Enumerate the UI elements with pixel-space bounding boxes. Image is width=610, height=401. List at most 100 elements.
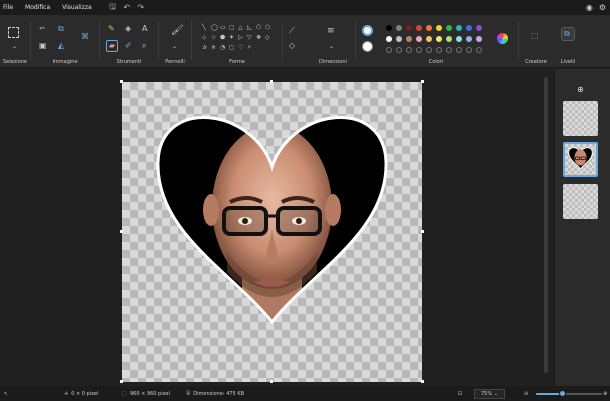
resize-handle[interactable]	[120, 80, 123, 83]
resize-handle[interactable]	[421, 80, 424, 83]
add-layer-icon[interactable]: ⊕	[577, 85, 584, 94]
save-icon[interactable]: 🖫	[106, 0, 120, 15]
menu-view[interactable]: Visualizza	[56, 4, 98, 11]
chevron-down-icon[interactable]: ⌄	[329, 43, 334, 51]
shape-option[interactable]: ◇	[265, 35, 270, 41]
shape-option[interactable]: ◔	[220, 45, 225, 51]
palette-swatch[interactable]	[386, 25, 392, 31]
palette-swatch[interactable]	[416, 36, 422, 42]
palette-swatch[interactable]	[476, 36, 482, 42]
custom-palette-swatch[interactable]	[406, 47, 412, 53]
resize-handle[interactable]	[120, 380, 123, 383]
resize-icon[interactable]: ⧉	[58, 25, 64, 33]
shape-option[interactable]: ⬦	[202, 35, 206, 41]
zoom-slider-thumb[interactable]	[559, 390, 567, 397]
edit-colors-icon[interactable]	[497, 33, 508, 44]
shape-option[interactable]: ☆	[211, 35, 216, 41]
custom-palette-swatch[interactable]	[456, 47, 462, 53]
palette-swatch[interactable]	[456, 25, 462, 31]
palette-swatch[interactable]	[456, 36, 462, 42]
outline-icon[interactable]: ⟋	[289, 27, 295, 35]
zoom-in-icon[interactable]: ⊕	[603, 391, 607, 397]
creator-icon[interactable]: ⬚	[531, 32, 539, 40]
selection-tool-icon[interactable]	[8, 27, 19, 38]
secondary-color-swatch[interactable]	[362, 41, 373, 52]
image-icon[interactable]: ▣	[39, 42, 47, 50]
shape-option[interactable]: ⬡	[265, 25, 270, 31]
shape-option[interactable]: ✦	[229, 35, 234, 41]
fit-to-window-icon[interactable]: ⊡	[458, 391, 462, 397]
brush-icon[interactable]: 🖌	[171, 26, 184, 36]
menu-file[interactable]: File	[0, 4, 19, 11]
shape-option[interactable]: ▷	[238, 35, 243, 41]
redo-icon[interactable]: ↷	[134, 0, 148, 15]
shape-option[interactable]: ✰	[202, 45, 207, 51]
line-width-icon[interactable]: ≡	[327, 27, 335, 36]
shape-option[interactable]: ❖	[256, 35, 261, 41]
chevron-down-icon[interactable]: ⌄	[172, 43, 177, 51]
shape-option[interactable]: ✯	[211, 45, 216, 51]
magnifier-icon[interactable]: ⌕	[142, 42, 146, 50]
color-picker-icon[interactable]: ✐	[125, 42, 132, 50]
palette-swatch[interactable]	[426, 25, 432, 31]
fill-style-icon[interactable]: ◇	[289, 42, 295, 50]
palette-swatch[interactable]	[406, 25, 412, 31]
shape-option[interactable]: △	[238, 25, 243, 31]
layers-toggle-button[interactable]: ⧉	[561, 27, 575, 41]
palette-swatch[interactable]	[406, 36, 412, 42]
pencil-icon[interactable]: ✎	[108, 25, 115, 33]
zoom-select[interactable]: 75% ⌄	[474, 388, 505, 399]
custom-palette-swatch[interactable]	[476, 47, 482, 53]
palette-swatch[interactable]	[396, 25, 402, 31]
resize-handle[interactable]	[270, 380, 273, 383]
resize-handle[interactable]	[120, 230, 123, 233]
palette-swatch[interactable]	[436, 36, 442, 42]
custom-palette-swatch[interactable]	[466, 47, 472, 53]
shape-option[interactable]: ♡	[238, 45, 243, 51]
shape-option[interactable]: ╲	[202, 25, 206, 31]
eraser-icon[interactable]: ▰	[106, 40, 118, 52]
palette-swatch[interactable]	[476, 25, 482, 31]
shape-option[interactable]: ▭	[220, 25, 226, 31]
shape-option[interactable]: ⬠	[256, 25, 261, 31]
resize-handle[interactable]	[270, 80, 273, 83]
rotate-icon[interactable]: ◭	[58, 42, 64, 50]
shape-option[interactable]: ▢	[229, 25, 235, 31]
resize-handle[interactable]	[421, 230, 424, 233]
layer-thumbnail-bottom[interactable]	[563, 184, 598, 219]
chevron-down-icon[interactable]: ⌄	[12, 43, 17, 51]
custom-palette-swatch[interactable]	[436, 47, 442, 53]
undo-icon[interactable]: ↶	[120, 0, 134, 15]
custom-palette-swatch[interactable]	[386, 47, 392, 53]
crop-icon[interactable]: ⌐	[39, 25, 46, 33]
palette-swatch[interactable]	[386, 36, 392, 42]
shape-option[interactable]: ▽	[247, 35, 252, 41]
layer-thumbnail-selected[interactable]	[563, 142, 598, 177]
fill-icon[interactable]: ◈	[125, 25, 131, 33]
shape-option[interactable]: ⬟	[220, 35, 225, 41]
palette-swatch[interactable]	[436, 25, 442, 31]
account-icon[interactable]: ◉	[586, 3, 593, 12]
zoom-out-icon[interactable]: ⊖	[524, 391, 528, 397]
custom-palette-swatch[interactable]	[416, 47, 422, 53]
palette-swatch[interactable]	[446, 25, 452, 31]
palette-swatch[interactable]	[426, 36, 432, 42]
custom-palette-swatch[interactable]	[396, 47, 402, 53]
primary-color-swatch[interactable]	[362, 25, 373, 36]
shape-option[interactable]: ⚡	[247, 45, 251, 51]
layer-thumbnail-top[interactable]	[563, 101, 598, 136]
menu-edit[interactable]: Modifica	[19, 4, 56, 11]
vertical-scrollbar[interactable]	[544, 77, 548, 373]
shape-option[interactable]: ◺	[247, 25, 252, 31]
zoom-slider[interactable]	[536, 390, 602, 397]
resize-handle[interactable]	[421, 380, 424, 383]
settings-icon[interactable]: ⚙	[599, 3, 606, 12]
shape-option[interactable]: ◻	[229, 45, 234, 51]
text-icon[interactable]: A	[142, 25, 147, 33]
shape-option[interactable]: ◯	[211, 25, 218, 31]
canvas-document[interactable]	[120, 80, 424, 383]
palette-swatch[interactable]	[466, 36, 472, 42]
custom-palette-swatch[interactable]	[426, 47, 432, 53]
palette-swatch[interactable]	[396, 36, 402, 42]
palette-swatch[interactable]	[446, 36, 452, 42]
